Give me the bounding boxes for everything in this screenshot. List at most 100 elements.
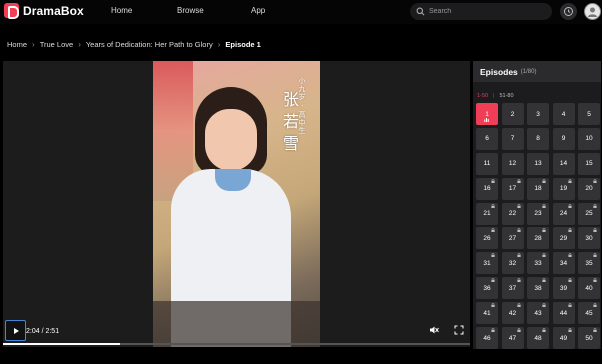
episode-button[interactable]: 43 (527, 302, 549, 325)
episode-button-current[interactable]: 1 (476, 103, 498, 125)
episode-button[interactable]: 24 (552, 202, 575, 225)
episode-button[interactable]: 39 (552, 277, 575, 300)
brand-logo[interactable]: DramaBox (4, 3, 84, 19)
episode-button[interactable]: 21 (476, 202, 498, 225)
lock-icon (516, 253, 521, 258)
episode-number: 2 (510, 110, 515, 118)
lock-icon (542, 328, 546, 333)
nav-home[interactable]: Home (111, 6, 132, 15)
lock-icon (516, 328, 521, 333)
episode-button[interactable]: 29 (552, 227, 575, 250)
episode-button[interactable]: 35 (578, 252, 600, 275)
episode-button[interactable]: 16 (476, 177, 498, 200)
episode-button[interactable]: 33 (527, 252, 549, 275)
episode-button[interactable]: 34 (552, 252, 575, 275)
episode-button[interactable]: 28 (527, 227, 549, 250)
lock-icon (491, 328, 495, 333)
lock-icon (593, 203, 597, 208)
episode-button[interactable]: 12 (501, 152, 524, 175)
episode-number: 46 (483, 334, 491, 342)
episode-button[interactable]: 48 (527, 327, 549, 349)
breadcrumb-series[interactable]: Years of Dedication: Her Path to Glory (86, 40, 213, 49)
chevron-right-icon: › (32, 40, 35, 49)
dramabox-logo-icon (4, 3, 19, 19)
fullscreen-icon[interactable] (454, 325, 464, 335)
lock-icon (593, 278, 597, 283)
episode-button[interactable]: 14 (552, 152, 575, 175)
episode-button[interactable]: 22 (501, 202, 524, 225)
brand-name: DramaBox (23, 3, 84, 18)
episode-button[interactable]: 38 (527, 277, 549, 300)
episode-number: 21 (483, 210, 491, 218)
episode-button[interactable]: 30 (578, 227, 600, 250)
episode-button[interactable]: 42 (501, 302, 524, 325)
episode-number: 1 (485, 110, 489, 118)
lock-icon (542, 228, 546, 233)
episode-number: 18 (534, 185, 542, 193)
range-tab-51-80[interactable]: 51-80 (499, 93, 513, 99)
lock-icon (516, 228, 521, 233)
episode-button[interactable]: 15 (578, 152, 600, 175)
lock-icon (593, 303, 597, 308)
episode-button[interactable]: 9 (552, 127, 575, 150)
episode-button[interactable]: 50 (578, 327, 600, 349)
now-playing-icon (484, 118, 489, 122)
search-box[interactable] (410, 3, 552, 20)
episode-button[interactable]: 13 (527, 152, 549, 175)
episode-button[interactable]: 7 (501, 127, 524, 150)
episode-button[interactable]: 47 (501, 327, 524, 349)
episode-button[interactable]: 8 (527, 127, 549, 150)
user-avatar-button[interactable] (584, 3, 601, 20)
episode-number: 28 (534, 234, 542, 242)
episode-button[interactable]: 2 (501, 103, 524, 125)
breadcrumb-home[interactable]: Home (7, 40, 27, 49)
episode-button[interactable]: 18 (527, 177, 549, 200)
episode-button[interactable]: 26 (476, 227, 498, 250)
episode-button[interactable]: 41 (476, 302, 498, 325)
progress-bar[interactable] (3, 343, 470, 345)
episode-button[interactable]: 5 (578, 103, 600, 125)
episode-button[interactable]: 4 (552, 103, 575, 125)
nav-app[interactable]: App (251, 6, 265, 15)
lock-icon (542, 303, 546, 308)
episode-number: 24 (559, 210, 568, 218)
breadcrumb-current-episode: Episode 1 (225, 40, 261, 49)
mute-icon[interactable] (429, 325, 439, 335)
range-tab-1-50[interactable]: 1-50 (477, 93, 488, 99)
lock-icon (542, 278, 546, 283)
episode-button[interactable]: 6 (476, 127, 498, 150)
episode-number: 7 (510, 135, 515, 143)
episode-button[interactable]: 44 (552, 302, 575, 325)
episode-button[interactable]: 46 (476, 327, 498, 349)
episode-button[interactable]: 32 (501, 252, 524, 275)
episode-button[interactable]: 11 (476, 152, 498, 175)
episode-button[interactable]: 20 (578, 177, 600, 200)
episode-button[interactable]: 17 (501, 177, 524, 200)
episode-button[interactable]: 36 (476, 277, 498, 300)
episode-button[interactable]: 31 (476, 252, 498, 275)
episode-button[interactable]: 25 (578, 202, 600, 225)
nav-browse[interactable]: Browse (177, 6, 204, 15)
episode-number: 13 (534, 160, 542, 168)
episode-button[interactable]: 40 (578, 277, 600, 300)
search-input[interactable] (429, 8, 539, 15)
episode-button[interactable]: 45 (578, 302, 600, 325)
lock-icon (542, 253, 546, 258)
episode-number: 35 (585, 259, 593, 267)
episode-number: 41 (483, 309, 491, 317)
episode-button[interactable]: 37 (501, 277, 524, 300)
episode-number: 16 (483, 185, 491, 193)
video-player[interactable]: 张若雪 小九岁 · 高中生 2:04 / 2:51 (3, 61, 470, 347)
episode-number: 20 (585, 185, 593, 193)
episode-button[interactable]: 49 (552, 327, 575, 349)
episode-number: 23 (534, 210, 542, 218)
episode-button[interactable]: 23 (527, 202, 549, 225)
episode-button[interactable]: 27 (501, 227, 524, 250)
lock-icon (567, 303, 572, 308)
play-button[interactable] (5, 320, 26, 341)
episode-button[interactable]: 10 (578, 127, 600, 150)
breadcrumb-category[interactable]: True Love (40, 40, 74, 49)
episode-button[interactable]: 3 (527, 103, 549, 125)
episode-button[interactable]: 19 (552, 177, 575, 200)
history-button[interactable] (560, 3, 577, 20)
